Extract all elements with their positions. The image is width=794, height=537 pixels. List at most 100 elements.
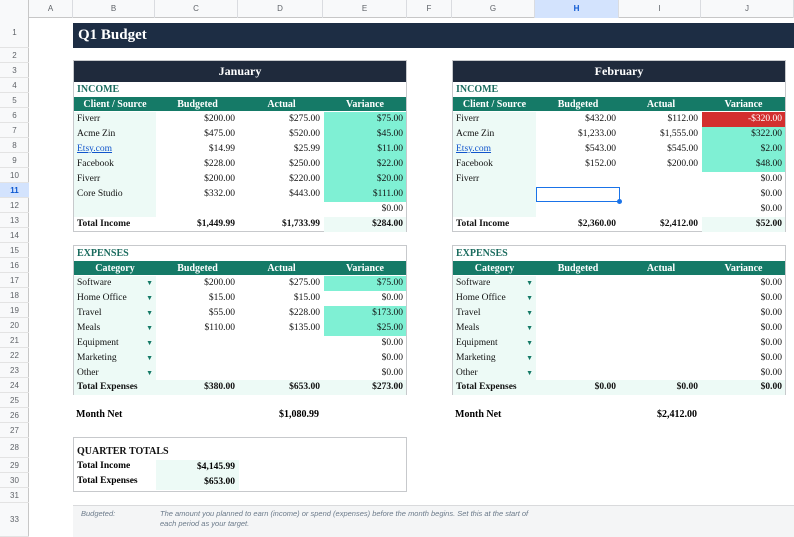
dropdown-arrow-icon[interactable]: ▼ [146,366,153,381]
source-cell[interactable]: Fiverr [74,172,156,187]
row-header[interactable]: 26 [0,408,29,423]
variance-cell[interactable]: $322.00 [702,127,785,142]
budgeted-cell[interactable]: $200.00 [156,172,239,187]
total-variance[interactable]: $284.00 [324,217,406,232]
row-header[interactable]: 1 [0,18,29,48]
budgeted-cell[interactable]: $55.00 [156,306,239,321]
dropdown-arrow-icon[interactable]: ▼ [146,306,153,321]
actual-cell[interactable] [239,336,324,351]
category-dropdown[interactable]: Home Office ▼ [74,291,156,306]
source-cell[interactable]: Core Studio [74,187,156,202]
dropdown-arrow-icon[interactable]: ▼ [146,351,153,366]
row-header[interactable]: 12 [0,198,29,213]
budgeted-cell[interactable] [536,321,620,336]
budgeted-cell[interactable] [536,351,620,366]
variance-cell[interactable]: $20.00 [324,172,406,187]
category-dropdown[interactable]: Other ▼ [453,366,536,381]
actual-cell[interactable]: $15.00 [239,291,324,306]
actual-cell[interactable] [620,306,702,321]
budgeted-cell[interactable] [536,336,620,351]
variance-cell[interactable]: $75.00 [324,276,406,291]
actual-cell[interactable]: $228.00 [239,306,324,321]
variance-cell[interactable]: $0.00 [324,351,406,366]
budgeted-cell[interactable]: $332.00 [156,187,239,202]
budgeted-cell[interactable]: $432.00 [536,112,620,127]
budgeted-cell[interactable]: $15.00 [156,291,239,306]
column-header-a[interactable]: A [29,0,73,18]
dropdown-arrow-icon[interactable]: ▼ [526,351,533,366]
actual-cell[interactable]: $200.00 [620,157,702,172]
category-dropdown[interactable]: Meals ▼ [74,321,156,336]
column-header-d[interactable]: D [238,0,323,18]
row-header[interactable]: 9 [0,153,29,168]
category-dropdown[interactable]: Travel ▼ [74,306,156,321]
budgeted-cell[interactable]: $200.00 [156,112,239,127]
row-header[interactable]: 19 [0,303,29,318]
budgeted-cell[interactable] [536,291,620,306]
row-header[interactable]: 29 [0,458,29,473]
actual-cell[interactable]: $135.00 [239,321,324,336]
budgeted-cell[interactable] [156,351,239,366]
dropdown-arrow-icon[interactable]: ▼ [526,336,533,351]
budgeted-cell[interactable]: $200.00 [156,276,239,291]
dropdown-arrow-icon[interactable]: ▼ [526,306,533,321]
variance-cell[interactable]: $173.00 [324,306,406,321]
row-header[interactable]: 3 [0,63,29,78]
row-header[interactable]: 33 [0,503,29,537]
variance-cell[interactable]: $0.00 [702,187,785,202]
budgeted-cell[interactable]: $1,233.00 [536,127,620,142]
total-variance[interactable]: $273.00 [324,380,406,395]
total-budgeted[interactable]: $0.00 [536,380,620,395]
variance-cell[interactable]: $0.00 [702,306,785,321]
column-header-g[interactable]: G [452,0,535,18]
variance-cell[interactable]: $45.00 [324,127,406,142]
selected-cell[interactable] [536,187,620,202]
actual-cell[interactable] [620,172,702,187]
source-link-cell[interactable]: Etsy.com [453,142,536,157]
dropdown-arrow-icon[interactable]: ▼ [526,276,533,291]
variance-cell[interactable]: $0.00 [324,336,406,351]
variance-cell[interactable]: $0.00 [702,336,785,351]
source-cell[interactable] [453,187,536,202]
actual-cell[interactable]: $275.00 [239,112,324,127]
row-header[interactable]: 17 [0,273,29,288]
dropdown-arrow-icon[interactable]: ▼ [526,366,533,381]
row-header[interactable]: 20 [0,318,29,333]
dropdown-arrow-icon[interactable]: ▼ [146,321,153,336]
actual-cell[interactable]: $220.00 [239,172,324,187]
row-header[interactable]: 23 [0,363,29,378]
actual-cell[interactable] [620,366,702,381]
source-cell[interactable]: Acme Zin [74,127,156,142]
quarter-total-income-value[interactable]: $4,145.99 [156,460,239,475]
source-link-cell[interactable]: Etsy.com [74,142,156,157]
actual-cell[interactable]: $250.00 [239,157,324,172]
variance-cell[interactable]: $22.00 [324,157,406,172]
dropdown-arrow-icon[interactable]: ▼ [146,336,153,351]
category-dropdown[interactable]: Software ▼ [453,276,536,291]
category-dropdown[interactable]: Software ▼ [74,276,156,291]
row-header[interactable]: 25 [0,393,29,408]
source-cell[interactable]: Facebook [74,157,156,172]
source-cell[interactable]: Facebook [453,157,536,172]
budgeted-cell[interactable] [536,202,620,217]
budgeted-cell[interactable]: $110.00 [156,321,239,336]
budgeted-cell[interactable] [536,366,620,381]
actual-cell[interactable] [239,366,324,381]
category-dropdown[interactable]: Meals ▼ [453,321,536,336]
actual-cell[interactable]: $112.00 [620,112,702,127]
budgeted-cell[interactable]: $14.99 [156,142,239,157]
row-header[interactable]: 14 [0,228,29,243]
row-header[interactable]: 15 [0,243,29,258]
actual-cell[interactable] [239,351,324,366]
dropdown-arrow-icon[interactable]: ▼ [526,321,533,336]
variance-cell[interactable]: $2.00 [702,142,785,157]
category-dropdown[interactable]: Equipment ▼ [453,336,536,351]
source-cell[interactable]: Acme Zin [453,127,536,142]
budgeted-cell[interactable] [156,202,239,217]
variance-cell[interactable]: $0.00 [324,291,406,306]
variance-cell[interactable]: $0.00 [702,172,785,187]
budgeted-cell[interactable] [536,172,620,187]
row-header[interactable]: 30 [0,473,29,488]
category-dropdown[interactable]: Home Office ▼ [453,291,536,306]
row-header[interactable]: 31 [0,488,29,503]
